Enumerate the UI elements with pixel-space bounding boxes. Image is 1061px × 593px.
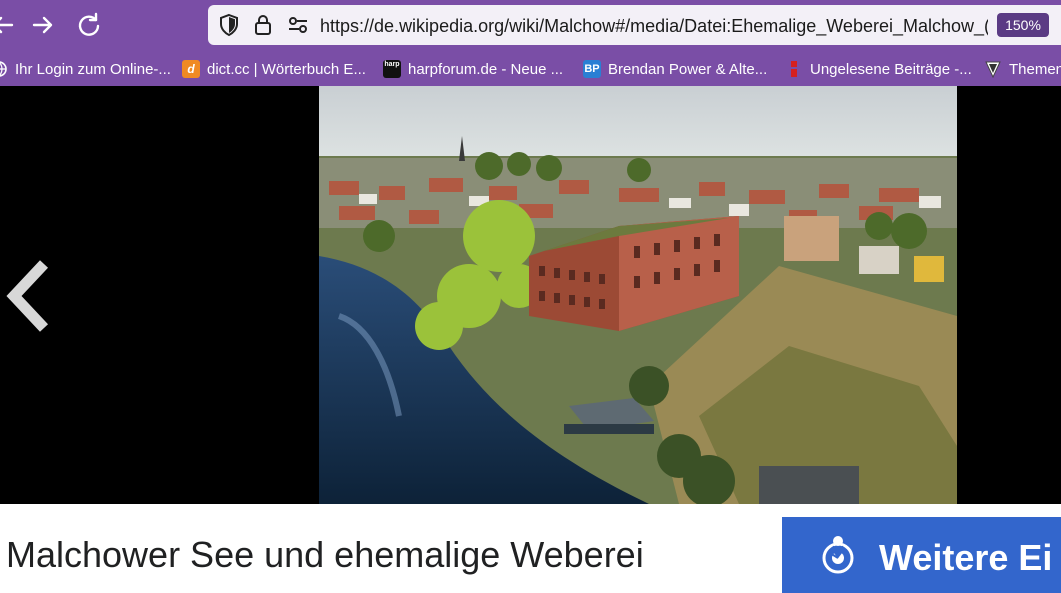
bookmark-label: dict.cc | Wörterbuch E... xyxy=(207,60,366,78)
red-marker-icon xyxy=(785,60,803,78)
more-details-label: Weitere Ei xyxy=(879,537,1053,578)
media-viewer xyxy=(0,86,1061,504)
zoom-indicator[interactable]: 150% xyxy=(997,13,1049,37)
address-bar[interactable]: https://de.wikipedia.org/wiki/Malchow#/m… xyxy=(208,5,1061,45)
tracking-protection-shield-icon[interactable] xyxy=(217,13,241,37)
previous-image-button[interactable] xyxy=(4,256,54,336)
more-details-button[interactable]: Weitere Ei xyxy=(782,517,1061,593)
bookmark-harpforum[interactable]: harp harpforum.de - Neue ... xyxy=(383,52,563,86)
url-path: /wiki/Malchow#/media/Datei:Ehemalige_Web… xyxy=(504,16,988,36)
url-host: wikipedia.org xyxy=(399,16,505,36)
shield-icon xyxy=(984,60,1002,79)
bookmark-themen[interactable]: Themen xyxy=(984,52,1061,86)
url-prefix: https://de. xyxy=(320,16,400,36)
back-arrow-icon xyxy=(0,16,14,34)
bookmark-brendan-power[interactable]: BP Brendan Power & Alte... xyxy=(583,52,767,86)
browser-toolbar: https://de.wikipedia.org/wiki/Malchow#/m… xyxy=(0,0,1061,86)
globe-icon xyxy=(0,60,8,78)
dictcc-icon: d xyxy=(182,60,200,78)
caption-area: Malchower See und ehemalige Weberei Weit… xyxy=(0,504,1061,593)
main-photo[interactable] xyxy=(319,86,957,504)
wikimedia-logo-icon xyxy=(822,536,854,574)
forward-button[interactable] xyxy=(28,10,58,40)
photo-illustration xyxy=(319,86,957,504)
bp-icon: BP xyxy=(583,60,601,78)
lock-icon[interactable] xyxy=(251,13,275,37)
bookmark-dictcc[interactable]: d dict.cc | Wörterbuch E... xyxy=(182,52,366,86)
permissions-icon[interactable] xyxy=(286,13,310,37)
bookmark-label: Themen xyxy=(1009,60,1061,78)
harpforum-icon: harp xyxy=(383,60,401,78)
bookmark-ungelesene[interactable]: Ungelesene Beiträge -... xyxy=(785,52,972,86)
bookmark-login[interactable]: Ihr Login zum Online-... xyxy=(0,52,171,86)
url-text[interactable]: https://de.wikipedia.org/wiki/Malchow#/m… xyxy=(320,16,988,37)
bookmark-label: Brendan Power & Alte... xyxy=(608,60,768,78)
chevron-left-icon xyxy=(6,260,49,332)
bookmark-label: harpforum.de - Neue ... xyxy=(408,60,564,78)
back-button[interactable] xyxy=(0,10,18,40)
image-caption: Malchower See und ehemalige Weberei xyxy=(6,534,644,575)
bookmark-label: Ungelesene Beiträge -... xyxy=(810,60,972,78)
reload-button[interactable] xyxy=(74,10,104,40)
forward-arrow-icon xyxy=(32,16,53,34)
bookmarks-bar: Ihr Login zum Online-... d dict.cc | Wör… xyxy=(0,52,1061,86)
bookmark-label: Ihr Login zum Online-... xyxy=(15,60,171,78)
reload-icon xyxy=(78,12,100,36)
